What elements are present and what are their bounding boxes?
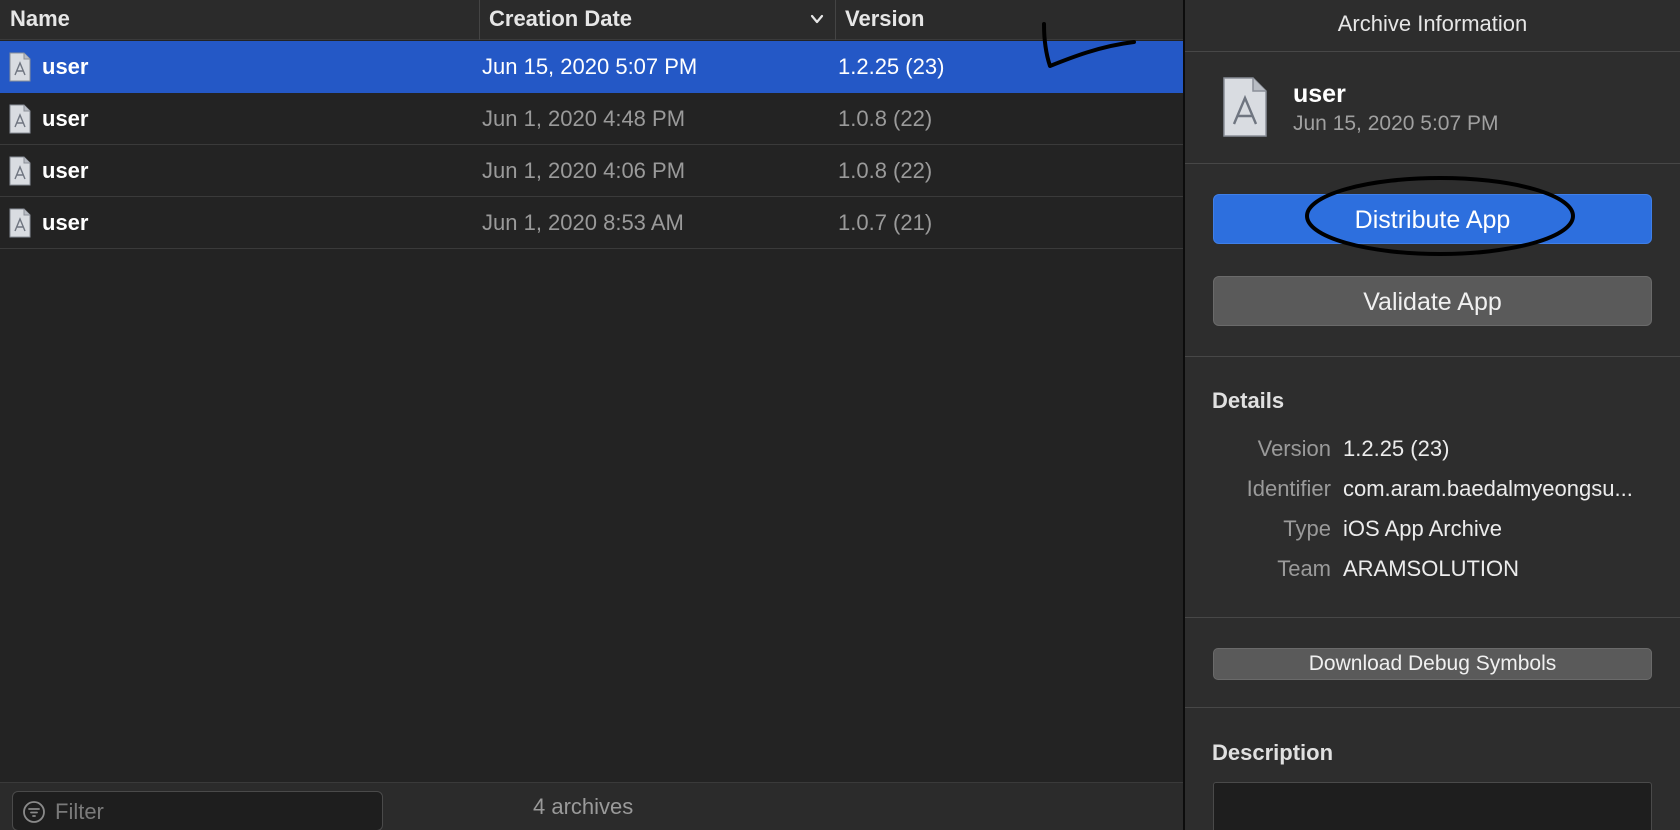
filter-input[interactable] (55, 796, 375, 828)
row-name: user (42, 54, 89, 79)
table-row[interactable]: user Jun 1, 2020 8:53 AM 1.0.7 (21) (0, 197, 1183, 249)
description-field[interactable] (1213, 782, 1652, 830)
divider (1185, 163, 1680, 164)
row-version: 1.0.8 (22) (838, 106, 933, 131)
panel-title: Archive Information (1185, 0, 1680, 52)
filter-field[interactable] (12, 791, 383, 830)
row-name: user (42, 158, 89, 183)
app-archive-icon (9, 208, 31, 238)
detail-value: iOS App Archive (1343, 516, 1502, 541)
archive-list-pane: Name Creation Date Version user Jun 15, … (0, 0, 1183, 830)
archive-name: user (1293, 80, 1346, 108)
archive-date: Jun 15, 2020 5:07 PM (1293, 112, 1499, 135)
table-row[interactable]: user Jun 15, 2020 5:07 PM 1.2.25 (23) (0, 41, 1183, 93)
divider (1185, 356, 1680, 357)
detail-row-team: Team ARAMSOLUTION (1185, 556, 1680, 586)
description-heading: Description (1212, 740, 1334, 765)
row-date: Jun 1, 2020 8:53 AM (482, 210, 684, 235)
column-header-version[interactable]: Version (835, 0, 1175, 40)
detail-value: ARAMSOLUTION (1343, 556, 1520, 581)
distribute-app-button[interactable]: Distribute App (1213, 194, 1652, 244)
chevron-down-icon[interactable] (808, 10, 826, 28)
list-header: Name Creation Date Version (0, 0, 1183, 40)
filter-icon (23, 801, 45, 823)
detail-value: 1.2.25 (23) (1343, 436, 1450, 461)
details-heading: Details (1212, 388, 1285, 413)
detail-label: Identifier (1246, 476, 1331, 501)
detail-row-type: Type iOS App Archive (1185, 516, 1680, 546)
list-footer: 4 archives (0, 782, 1183, 830)
detail-value: com.aram.baedalmyeongsu... (1343, 476, 1633, 501)
detail-label: Version (1257, 436, 1331, 461)
row-date: Jun 1, 2020 4:48 PM (482, 106, 686, 131)
column-header-name[interactable]: Name (10, 0, 470, 40)
app-archive-icon (9, 52, 31, 82)
detail-row-identifier: Identifier com.aram.baedalmyeongsu... (1185, 476, 1680, 506)
app-archive-icon (1223, 77, 1267, 137)
validate-app-button[interactable]: Validate App (1213, 276, 1652, 326)
detail-label: Team (1277, 556, 1331, 581)
row-version: 1.0.8 (22) (838, 158, 933, 183)
row-version: 1.2.25 (23) (838, 54, 945, 79)
table-row[interactable]: user Jun 1, 2020 4:06 PM 1.0.8 (22) (0, 145, 1183, 197)
column-header-creation-date[interactable]: Creation Date (479, 0, 835, 40)
archive-rows: user Jun 15, 2020 5:07 PM 1.2.25 (23) us… (0, 41, 1183, 249)
row-date: Jun 15, 2020 5:07 PM (482, 54, 698, 79)
table-row[interactable]: user Jun 1, 2020 4:48 PM 1.0.8 (22) (0, 93, 1183, 145)
divider (1185, 617, 1680, 618)
archive-count: 4 archives (533, 794, 634, 819)
divider (1185, 707, 1680, 708)
detail-row-version: Version 1.2.25 (23) (1185, 436, 1680, 466)
row-version: 1.0.7 (21) (838, 210, 933, 235)
row-name: user (42, 106, 89, 131)
row-date: Jun 1, 2020 4:06 PM (482, 158, 686, 183)
row-name: user (42, 210, 89, 235)
detail-label: Type (1283, 516, 1331, 541)
app-archive-icon (9, 104, 31, 134)
app-archive-icon (9, 156, 31, 186)
archives-window: Name Creation Date Version user Jun 15, … (0, 0, 1680, 830)
archive-information-panel: Archive Information user Jun 15, 2020 5:… (1185, 0, 1680, 830)
download-debug-symbols-button[interactable]: Download Debug Symbols (1213, 648, 1652, 680)
